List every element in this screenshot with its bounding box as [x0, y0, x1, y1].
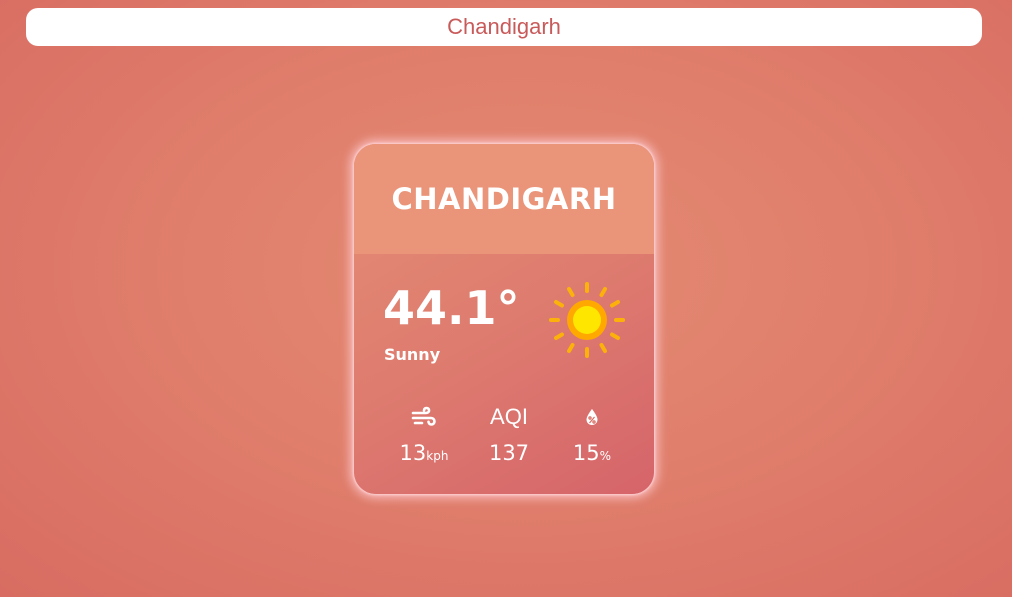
city-search-bar[interactable]: [26, 7, 982, 47]
wind-icon: [411, 406, 436, 426]
temperature: 44.1°: [383, 281, 520, 335]
humidity-value: 15: [572, 441, 600, 465]
wind-speed: 13kph: [384, 440, 464, 469]
humidity: 15%: [552, 440, 632, 469]
wind-speed-unit: kph: [426, 449, 449, 463]
wind-stat: 13kph: [384, 402, 464, 469]
aqi-label: AQI: [490, 404, 528, 429]
wind-speed-value: 13: [399, 441, 427, 465]
weather-card: CHANDIGARH 44.1° Sunny 13kph AQI 137 15%: [354, 144, 654, 494]
humidity-unit: %: [599, 449, 612, 463]
humidity-stat: 15%: [552, 402, 632, 469]
aqi-value: 137: [488, 441, 530, 465]
sun-icon: [549, 282, 625, 358]
aqi-stat: AQI 137: [469, 402, 549, 466]
city-name: CHANDIGARH: [391, 182, 617, 216]
weather-condition: Sunny: [384, 345, 441, 364]
city-search-input[interactable]: [26, 7, 982, 47]
humidity-drop-icon: [586, 409, 598, 425]
card-header: CHANDIGARH: [354, 144, 654, 254]
